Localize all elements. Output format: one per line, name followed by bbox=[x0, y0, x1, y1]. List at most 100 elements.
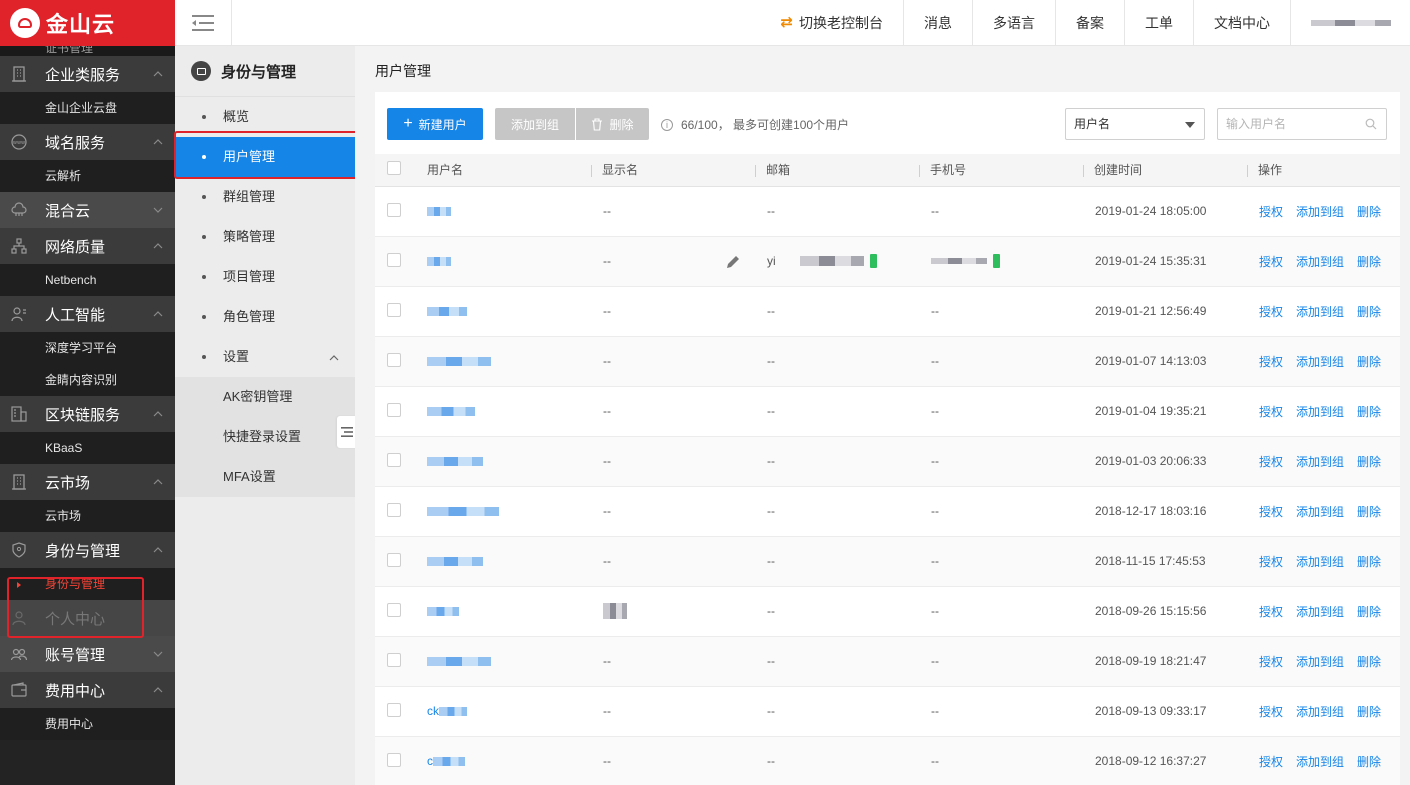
grant-link[interactable]: 授权 bbox=[1259, 605, 1283, 619]
delete-link[interactable]: 删除 bbox=[1357, 555, 1381, 569]
delete-link[interactable]: 删除 bbox=[1357, 405, 1381, 419]
sidebar-item-cert[interactable]: 证书管理 bbox=[0, 46, 175, 56]
delete-link[interactable]: 删除 bbox=[1357, 255, 1381, 269]
sidebar-group-blockchain[interactable]: 区块链服务 bbox=[0, 396, 175, 432]
row-checkbox[interactable] bbox=[387, 652, 401, 667]
sidebar-item-cloud-disk[interactable]: 金山企业云盘 bbox=[0, 92, 175, 124]
row-checkbox[interactable] bbox=[387, 752, 401, 767]
username-link[interactable] bbox=[427, 304, 467, 318]
delete-link[interactable]: 删除 bbox=[1357, 455, 1381, 469]
username-search-input[interactable]: 输入用户名 bbox=[1217, 108, 1387, 140]
sidebar-item-deep-learning[interactable]: 深度学习平台 bbox=[0, 332, 175, 364]
search-field-select[interactable]: 用户名 bbox=[1065, 108, 1205, 140]
username-link[interactable] bbox=[427, 454, 483, 468]
grant-link[interactable]: 授权 bbox=[1259, 755, 1283, 769]
top-nav-filing[interactable]: 备案 bbox=[1055, 0, 1124, 46]
add-to-group-button[interactable]: 添加到组 bbox=[495, 108, 575, 140]
grant-link[interactable]: 授权 bbox=[1259, 705, 1283, 719]
add-to-group-link[interactable]: 添加到组 bbox=[1296, 455, 1344, 469]
sidebar-group-billing[interactable]: 费用中心 bbox=[0, 672, 175, 708]
delete-link[interactable]: 删除 bbox=[1357, 705, 1381, 719]
sidebar-item-dns[interactable]: 云解析 bbox=[0, 160, 175, 192]
grant-link[interactable]: 授权 bbox=[1259, 405, 1283, 419]
username-link[interactable] bbox=[427, 354, 491, 368]
row-checkbox[interactable] bbox=[387, 252, 401, 267]
add-to-group-link[interactable]: 添加到组 bbox=[1296, 655, 1344, 669]
edit-pencil-icon[interactable] bbox=[725, 254, 741, 270]
username-link[interactable] bbox=[427, 654, 491, 668]
delete-button[interactable]: 删除 bbox=[576, 108, 649, 140]
row-checkbox[interactable] bbox=[387, 602, 401, 617]
row-checkbox[interactable] bbox=[387, 502, 401, 517]
add-to-group-link[interactable]: 添加到组 bbox=[1296, 405, 1344, 419]
username-link[interactable] bbox=[427, 504, 499, 518]
grant-link[interactable]: 授权 bbox=[1259, 655, 1283, 669]
add-to-group-link[interactable]: 添加到组 bbox=[1296, 305, 1344, 319]
subnav-item-projects[interactable]: 项目管理 bbox=[175, 257, 355, 297]
username-link[interactable] bbox=[427, 254, 451, 268]
add-to-group-link[interactable]: 添加到组 bbox=[1296, 555, 1344, 569]
add-to-group-link[interactable]: 添加到组 bbox=[1296, 355, 1344, 369]
row-checkbox[interactable] bbox=[387, 402, 401, 417]
subnav-item-ak-keys[interactable]: AK密钥管理 bbox=[175, 377, 355, 417]
grant-link[interactable]: 授权 bbox=[1259, 455, 1283, 469]
row-checkbox[interactable] bbox=[387, 702, 401, 717]
delete-link[interactable]: 删除 bbox=[1357, 305, 1381, 319]
grant-link[interactable]: 授权 bbox=[1259, 555, 1283, 569]
grant-link[interactable]: 授权 bbox=[1259, 505, 1283, 519]
delete-link[interactable]: 删除 bbox=[1357, 355, 1381, 369]
subnav-item-quick-login[interactable]: 快捷登录设置 bbox=[175, 417, 355, 457]
delete-link[interactable]: 删除 bbox=[1357, 605, 1381, 619]
username-link[interactable]: ck bbox=[427, 704, 467, 718]
new-user-button[interactable]: + 新建用户 bbox=[387, 108, 483, 140]
select-all-checkbox[interactable] bbox=[387, 161, 401, 176]
sidebar-item-market[interactable]: 云市场 bbox=[0, 500, 175, 532]
row-checkbox[interactable] bbox=[387, 452, 401, 467]
username-link[interactable] bbox=[427, 554, 483, 568]
sidebar-item-kbaas[interactable]: KBaaS bbox=[0, 432, 175, 464]
sidebar-group-hybrid-cloud[interactable]: 混合云 bbox=[0, 192, 175, 228]
add-to-group-link[interactable]: 添加到组 bbox=[1296, 505, 1344, 519]
switch-old-console-link[interactable]: ⇄ 切换老控制台 bbox=[760, 0, 903, 46]
row-checkbox[interactable] bbox=[387, 202, 401, 217]
row-checkbox[interactable] bbox=[387, 352, 401, 367]
sidebar-group-enterprise[interactable]: 企业类服务 bbox=[0, 56, 175, 92]
add-to-group-link[interactable]: 添加到组 bbox=[1296, 255, 1344, 269]
sidebar-group-ai[interactable]: 人工智能 bbox=[0, 296, 175, 332]
top-nav-ticket[interactable]: 工单 bbox=[1124, 0, 1193, 46]
add-to-group-link[interactable]: 添加到组 bbox=[1296, 755, 1344, 769]
grant-link[interactable]: 授权 bbox=[1259, 355, 1283, 369]
sidebar-group-network[interactable]: 网络质量 bbox=[0, 228, 175, 264]
add-to-group-link[interactable]: 添加到组 bbox=[1296, 705, 1344, 719]
delete-link[interactable]: 删除 bbox=[1357, 205, 1381, 219]
grant-link[interactable]: 授权 bbox=[1259, 255, 1283, 269]
sidebar-item-content-recognition[interactable]: 金睛内容识别 bbox=[0, 364, 175, 396]
sidebar-group-identity[interactable]: 身份与管理 bbox=[0, 532, 175, 568]
sidebar-item-billing[interactable]: 费用中心 bbox=[0, 708, 175, 740]
username-link[interactable]: c bbox=[427, 754, 465, 768]
add-to-group-link[interactable]: 添加到组 bbox=[1296, 605, 1344, 619]
subnav-item-roles[interactable]: 角色管理 bbox=[175, 297, 355, 337]
row-checkbox[interactable] bbox=[387, 302, 401, 317]
top-nav-docs[interactable]: 文档中心 bbox=[1193, 0, 1290, 46]
subnav-item-groups[interactable]: 群组管理 bbox=[175, 177, 355, 217]
delete-link[interactable]: 删除 bbox=[1357, 655, 1381, 669]
brand-logo[interactable]: 金山云 bbox=[0, 0, 175, 46]
sidebar-group-domain[interactable]: www 域名服务 bbox=[0, 124, 175, 160]
collapse-subnav-handle[interactable] bbox=[337, 416, 357, 448]
subnav-item-policies[interactable]: 策略管理 bbox=[175, 217, 355, 257]
add-to-group-link[interactable]: 添加到组 bbox=[1296, 205, 1344, 219]
subnav-item-mfa[interactable]: MFA设置 bbox=[175, 457, 355, 497]
top-nav-language[interactable]: 多语言 bbox=[972, 0, 1055, 46]
grant-link[interactable]: 授权 bbox=[1259, 305, 1283, 319]
username-link[interactable] bbox=[427, 204, 451, 218]
account-menu[interactable] bbox=[1290, 0, 1410, 46]
row-checkbox[interactable] bbox=[387, 552, 401, 567]
sidebar-group-market[interactable]: 云市场 bbox=[0, 464, 175, 500]
username-link[interactable] bbox=[427, 604, 459, 618]
username-link[interactable] bbox=[427, 404, 475, 418]
sidebar-item-netbench[interactable]: Netbench bbox=[0, 264, 175, 296]
delete-link[interactable]: 删除 bbox=[1357, 755, 1381, 769]
sidebar-group-account[interactable]: 账号管理 bbox=[0, 636, 175, 672]
subnav-item-settings[interactable]: 设置 bbox=[175, 337, 355, 377]
